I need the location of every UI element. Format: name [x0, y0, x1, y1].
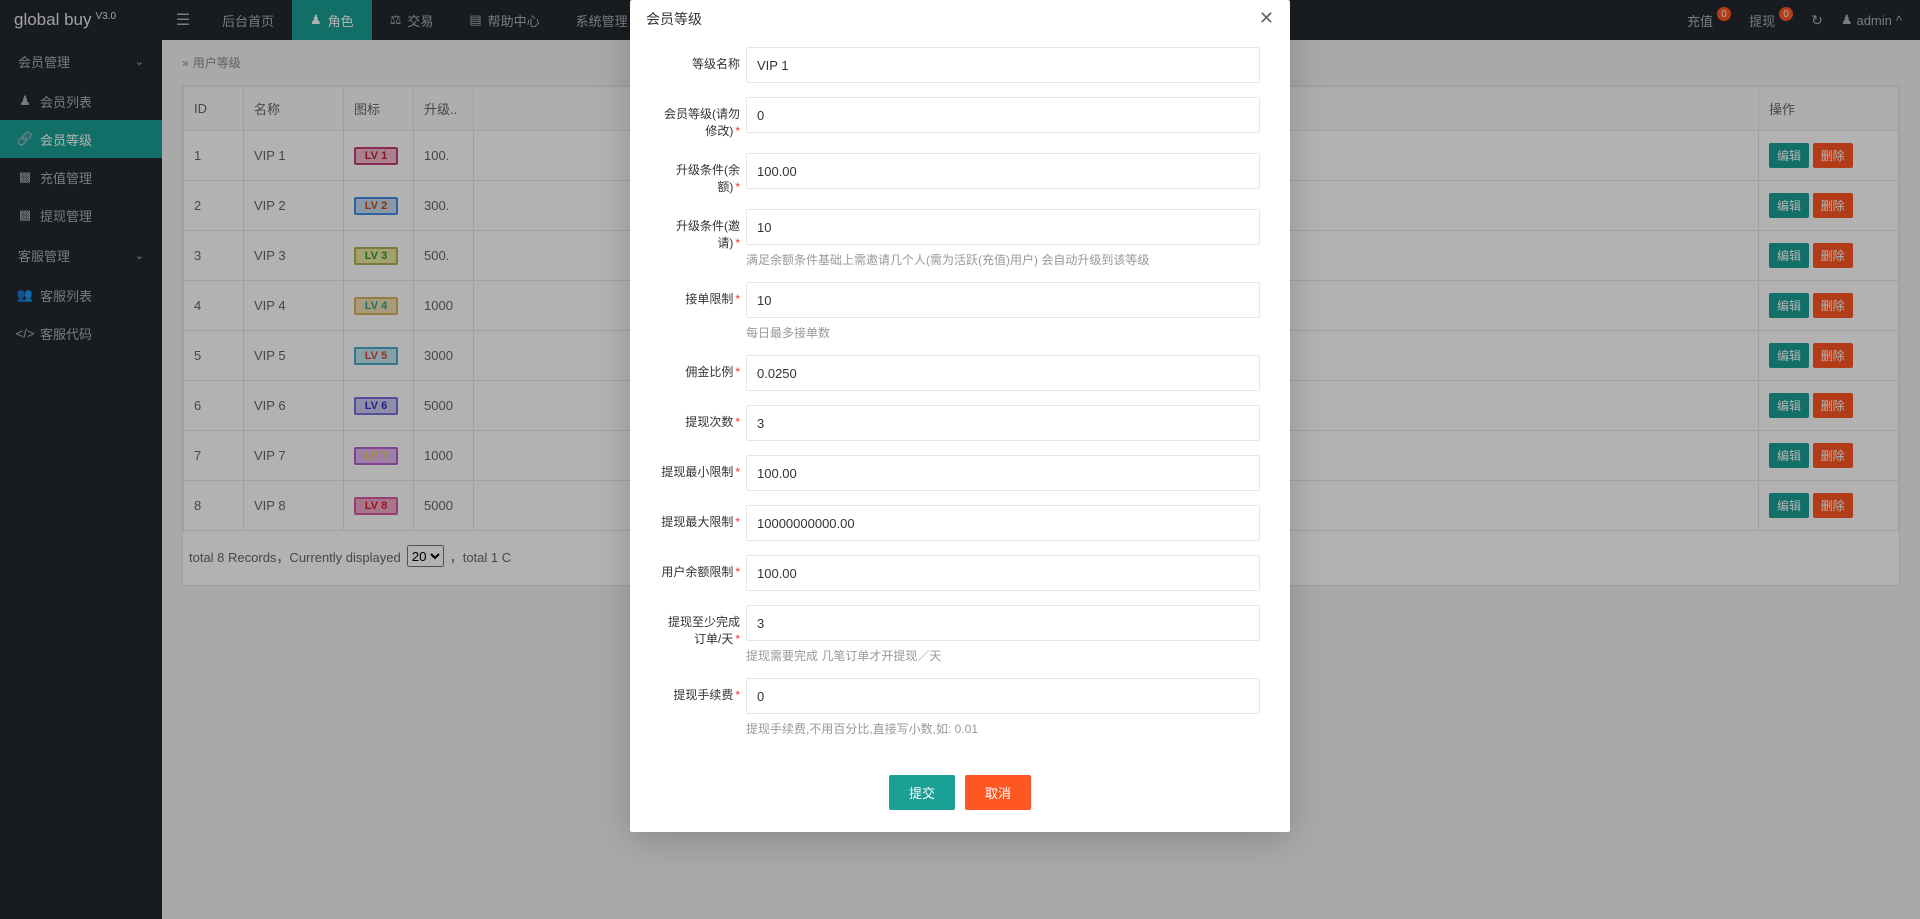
- input-balance-limit[interactable]: [746, 555, 1260, 591]
- label-name: 等级名称: [660, 47, 746, 72]
- label-withdraw-max: 提现最大限制*: [660, 505, 746, 530]
- modal: 会员等级 ✕ 等级名称 会员等级(请勿修改)* 升级条件(余额)* 升级条件(邀…: [630, 0, 1290, 832]
- input-min-orders[interactable]: [746, 605, 1260, 641]
- label-withdraw-count: 提现次数*: [660, 405, 746, 430]
- row-withdraw-min: 提现最小限制*: [660, 455, 1260, 491]
- input-name[interactable]: [746, 47, 1260, 83]
- help-order-limit: 每日最多接单数: [746, 324, 1260, 341]
- input-up-invite[interactable]: [746, 209, 1260, 245]
- row-withdraw-count: 提现次数*: [660, 405, 1260, 441]
- row-up-balance: 升级条件(余额)*: [660, 153, 1260, 195]
- input-fee[interactable]: [746, 678, 1260, 714]
- label-up-balance: 升级条件(余额)*: [660, 153, 746, 195]
- modal-body: 等级名称 会员等级(请勿修改)* 升级条件(余额)* 升级条件(邀请)* 满足余…: [630, 37, 1290, 759]
- help-up-invite: 满足余额条件基础上需邀请几个人(需为活跃(充值)用户) 会自动升级到该等级: [746, 251, 1260, 268]
- row-balance-limit: 用户余额限制*: [660, 555, 1260, 591]
- input-commission[interactable]: [746, 355, 1260, 391]
- modal-footer: 提交 取消: [630, 759, 1290, 832]
- help-min-orders: 提现需要完成 几笔订单才开提现／天: [746, 647, 1260, 664]
- label-commission: 佣金比例*: [660, 355, 746, 380]
- input-up-balance[interactable]: [746, 153, 1260, 189]
- help-fee: 提现手续费,不用百分比,直接写小数,如: 0.01: [746, 720, 1260, 737]
- row-up-invite: 升级条件(邀请)* 满足余额条件基础上需邀请几个人(需为活跃(充值)用户) 会自…: [660, 209, 1260, 268]
- label-balance-limit: 用户余额限制*: [660, 555, 746, 580]
- row-level: 会员等级(请勿修改)*: [660, 97, 1260, 139]
- label-withdraw-min: 提现最小限制*: [660, 455, 746, 480]
- label-order-limit: 接单限制*: [660, 282, 746, 307]
- input-withdraw-max[interactable]: [746, 505, 1260, 541]
- row-commission: 佣金比例*: [660, 355, 1260, 391]
- input-withdraw-min[interactable]: [746, 455, 1260, 491]
- row-name: 等级名称: [660, 47, 1260, 83]
- row-withdraw-max: 提现最大限制*: [660, 505, 1260, 541]
- row-min-orders: 提现至少完成订单/天* 提现需要完成 几笔订单才开提现／天: [660, 605, 1260, 664]
- row-fee: 提现手续费* 提现手续费,不用百分比,直接写小数,如: 0.01: [660, 678, 1260, 737]
- close-icon[interactable]: ✕: [1259, 8, 1274, 29]
- cancel-button[interactable]: 取消: [965, 775, 1031, 810]
- input-order-limit[interactable]: [746, 282, 1260, 318]
- label-level: 会员等级(请勿修改)*: [660, 97, 746, 139]
- label-up-invite: 升级条件(邀请)*: [660, 209, 746, 251]
- input-withdraw-count[interactable]: [746, 405, 1260, 441]
- label-min-orders: 提现至少完成订单/天*: [660, 605, 746, 647]
- row-order-limit: 接单限制* 每日最多接单数: [660, 282, 1260, 341]
- modal-title: 会员等级: [646, 9, 702, 29]
- modal-header: 会员等级 ✕: [630, 0, 1290, 37]
- submit-button[interactable]: 提交: [889, 775, 955, 810]
- input-level[interactable]: [746, 97, 1260, 133]
- label-fee: 提现手续费*: [660, 678, 746, 703]
